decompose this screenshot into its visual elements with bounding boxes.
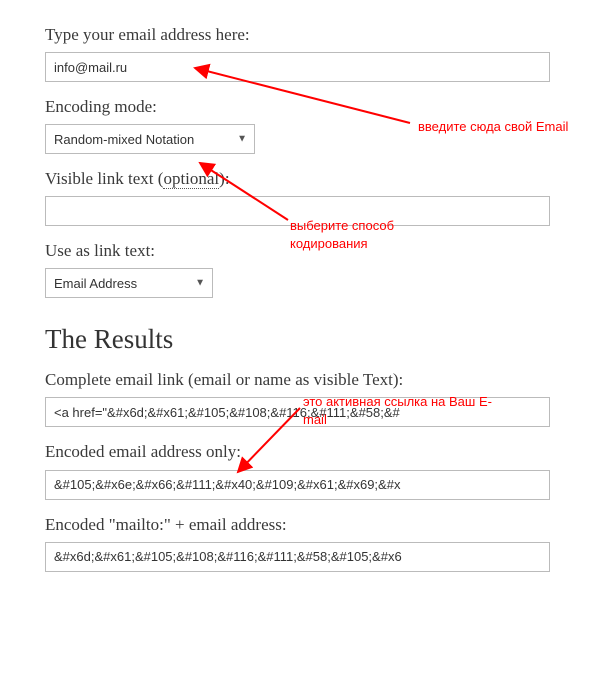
optional-hint: optional <box>163 169 219 189</box>
encoding-select[interactable]: Random-mixed Notation <box>45 124 255 154</box>
encoded-email-output[interactable] <box>45 470 550 500</box>
visible-text-label-prefix: Visible link text ( <box>45 169 163 188</box>
email-label: Type your email address here: <box>45 24 550 46</box>
linktext-select-wrap[interactable]: Email Address ▼ <box>45 268 213 298</box>
complete-link-label: Complete email link (email or name as vi… <box>45 369 550 391</box>
encoded-mailto-label: Encoded "mailto:" + email address: <box>45 514 550 536</box>
encoded-email-label: Encoded email address only: <box>45 441 550 463</box>
encoded-mailto-output[interactable] <box>45 542 550 572</box>
linktext-label: Use as link text: <box>45 240 550 262</box>
visible-text-input[interactable] <box>45 196 550 226</box>
complete-link-output[interactable] <box>45 397 550 427</box>
encoding-select-wrap[interactable]: Random-mixed Notation ▼ <box>45 124 255 154</box>
encoding-label: Encoding mode: <box>45 96 550 118</box>
visible-text-label-suffix: ): <box>219 169 229 188</box>
visible-text-label: Visible link text (optional): <box>45 168 550 190</box>
linktext-select[interactable]: Email Address <box>45 268 213 298</box>
email-input[interactable] <box>45 52 550 82</box>
results-heading: The Results <box>45 324 550 355</box>
